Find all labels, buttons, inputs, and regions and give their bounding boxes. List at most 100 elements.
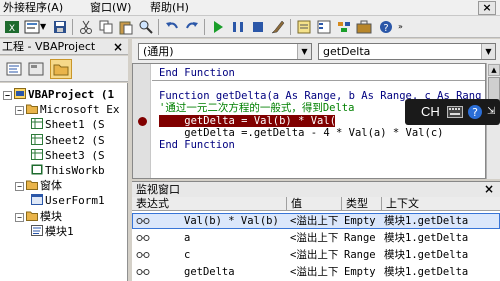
project-explorer-toolbar	[0, 56, 128, 82]
undo-icon[interactable]	[164, 19, 180, 35]
watch-value: <溢出上下	[290, 249, 339, 261]
watch-row[interactable]: a <溢出上下 Range 模块1.getDelta	[132, 230, 500, 246]
save-icon[interactable]	[52, 19, 68, 35]
watch-row[interactable]: getDelta <溢出上下 Empty 模块1.getDelta	[132, 264, 500, 280]
code-line[interactable]: '通过一元二次方程的一般式，得到Delta	[159, 102, 354, 114]
collapse-toggle-icon[interactable]: −	[3, 91, 12, 100]
watch-type: Range	[344, 232, 376, 244]
watch-window-title: 监视窗口	[136, 183, 180, 196]
insert-module-icon[interactable]	[24, 19, 40, 35]
watch-row[interactable]: Val(b) * Val(b) <溢出上下 Empty 模块1.getDelta	[132, 213, 500, 229]
breakpoint-icon[interactable]	[138, 117, 147, 126]
svg-text:?: ?	[472, 106, 478, 119]
watch-type: Empty	[344, 266, 376, 278]
folder-icon	[26, 180, 38, 191]
menu-addins[interactable]: 外接程序(A)	[3, 1, 63, 15]
workbook-icon	[31, 164, 43, 175]
tree-item-label: 窗体	[40, 179, 62, 193]
run-icon[interactable]	[210, 19, 226, 35]
tree-item[interactable]: ThisWorkb	[27, 163, 105, 178]
window-close-icon[interactable]: ×	[478, 1, 496, 15]
reset-icon[interactable]	[250, 19, 266, 35]
watch-expression: Val(b) * Val(b)	[184, 215, 279, 227]
code-line[interactable]: getDelta =.getDelta - 4 * Val(a) * Val(c…	[159, 127, 443, 139]
dropdown-arrow-icon[interactable]: ▼	[40, 19, 48, 35]
cut-icon[interactable]	[78, 19, 94, 35]
help-icon[interactable]: ?	[378, 19, 394, 35]
menu-bar: 外接程序(A) 窗口(W) 帮助(H) ×	[0, 0, 500, 16]
tree-item-label: 模块1	[45, 224, 74, 238]
object-combo-value: (通用)	[143, 45, 174, 58]
redo-icon[interactable]	[184, 19, 200, 35]
watch-close-icon[interactable]: ×	[484, 182, 494, 196]
userform-icon	[31, 194, 43, 206]
project-icon	[14, 88, 26, 99]
watch-expression: c	[184, 249, 191, 261]
menu-window[interactable]: 窗口(W)	[90, 1, 131, 15]
design-mode-icon[interactable]	[270, 19, 286, 35]
chevron-down-icon[interactable]: ▼	[481, 44, 495, 59]
tree-item-label: ThisWorkb	[45, 164, 105, 177]
help-icon[interactable]: ?	[467, 104, 483, 120]
tree-item[interactable]: − 窗体	[15, 178, 62, 193]
project-explorer-titlebar: 工程 - VBAProject ×	[0, 39, 128, 55]
toolbar-overflow-icon[interactable]: »	[398, 19, 406, 35]
standard-toolbar: X ▼ ? »	[0, 16, 500, 38]
column-expression[interactable]: 表达式	[132, 197, 287, 211]
find-icon[interactable]	[138, 19, 154, 35]
watch-type: Range	[344, 249, 376, 261]
svg-text:?: ?	[383, 23, 388, 34]
watch-expression: a	[184, 232, 191, 244]
folder-icon	[26, 211, 38, 221]
menu-help[interactable]: 帮助(H)	[150, 1, 189, 15]
project-tree: − VBAProject (1− Microsoft Ex Sheet1 (S Shee…	[0, 83, 128, 281]
ime-options-icon[interactable]: ⇲	[487, 103, 495, 121]
tree-item[interactable]: Sheet3 (S	[27, 148, 105, 163]
project-close-icon[interactable]: ×	[113, 40, 123, 54]
toggle-folders-button[interactable]	[50, 59, 72, 79]
view-code-icon[interactable]	[6, 61, 22, 77]
column-context[interactable]: 上下文	[382, 197, 500, 211]
collapse-toggle-icon[interactable]: −	[15, 212, 24, 222]
tree-item[interactable]: UserForm1	[27, 193, 105, 208]
column-value[interactable]: 值	[287, 197, 342, 211]
breakpoint-line[interactable]: getDelta = Val(b) * Val(b)	[159, 115, 349, 127]
object-combo[interactable]: (通用) ▼	[138, 43, 312, 60]
watch-glyph-icon	[136, 264, 150, 281]
properties-icon[interactable]	[316, 19, 332, 35]
worksheet-icon	[31, 148, 43, 160]
tree-item[interactable]: Sheet2 (S	[27, 133, 105, 148]
keyboard-icon[interactable]	[447, 106, 463, 118]
tree-item-label: Microsoft Ex	[40, 103, 120, 117]
code-line[interactable]: End Function	[159, 139, 235, 151]
ime-toolbar[interactable]: CH ? ⇲	[405, 99, 500, 125]
watch-value: <溢出上下	[290, 232, 339, 244]
collapse-toggle-icon[interactable]: −	[15, 182, 24, 192]
project-explorer-icon[interactable]	[296, 19, 312, 35]
watch-row[interactable]: c <溢出上下 Range 模块1.getDelta	[132, 247, 500, 263]
column-type[interactable]: 类型	[342, 197, 382, 211]
scroll-up-icon[interactable]: ▲	[488, 64, 500, 76]
view-object-icon[interactable]	[28, 61, 44, 77]
code-window-header: (通用) ▼ getDelta ▼	[132, 39, 500, 63]
collapse-toggle-icon[interactable]: −	[15, 106, 24, 116]
view-excel-icon[interactable]: X	[4, 19, 20, 35]
procedure-combo[interactable]: getDelta ▼	[318, 43, 496, 60]
copy-icon[interactable]	[98, 19, 114, 35]
module-icon	[31, 224, 43, 236]
paste-icon[interactable]	[118, 19, 134, 35]
tree-item[interactable]: − 模块	[15, 209, 62, 224]
code-line[interactable]: End Function	[159, 67, 235, 79]
chevron-down-icon[interactable]: ▼	[297, 44, 311, 59]
project-explorer-title: 工程 - VBAProject	[2, 40, 96, 53]
tree-item[interactable]: − Microsoft Ex	[15, 102, 119, 117]
object-browser-icon[interactable]	[336, 19, 352, 35]
toolbox-icon[interactable]	[356, 19, 372, 35]
watch-context: 模块1.getDelta	[384, 249, 469, 261]
break-icon[interactable]	[230, 19, 246, 35]
tree-item[interactable]: Sheet1 (S	[27, 117, 105, 132]
ime-language-label[interactable]: CH	[421, 103, 440, 121]
tree-item[interactable]: 模块1	[27, 224, 74, 239]
tree-item[interactable]: − VBAProject (1	[3, 87, 114, 102]
tree-item-label: UserForm1	[45, 194, 105, 208]
